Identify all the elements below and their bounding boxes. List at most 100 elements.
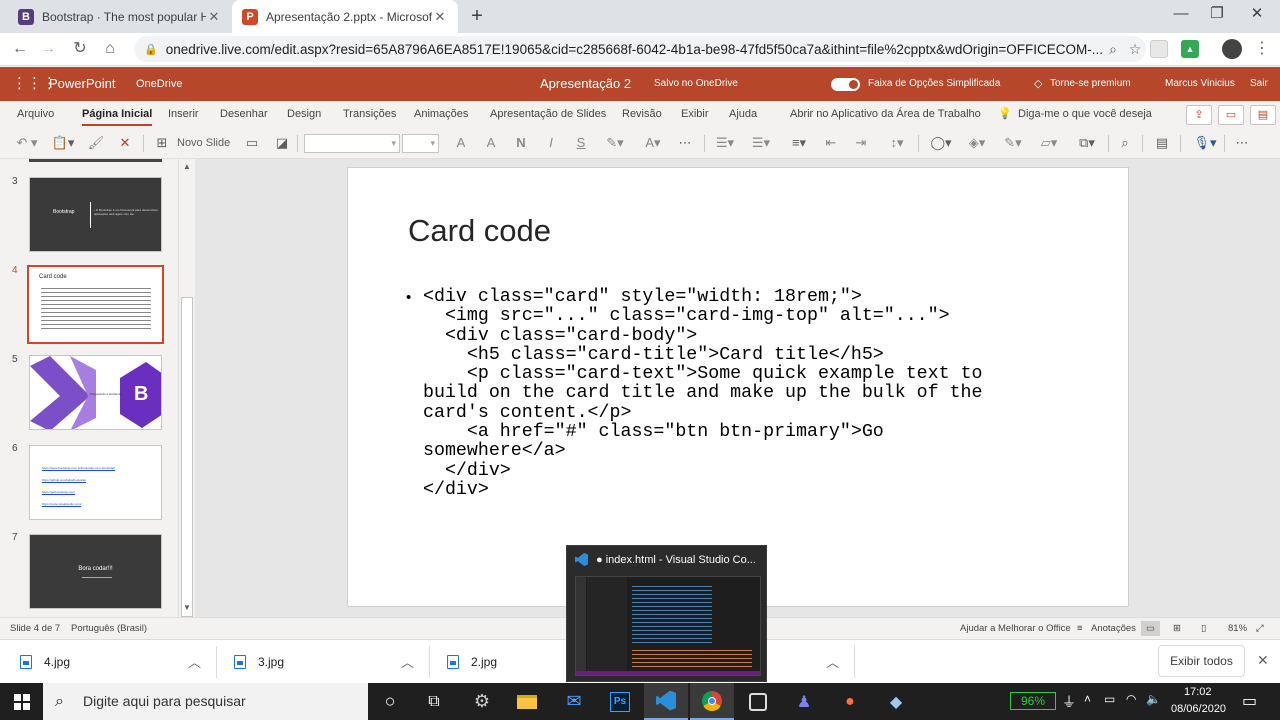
- close-window-button[interactable]: ✕: [1234, 0, 1280, 30]
- app-icon[interactable]: ◆: [874, 683, 918, 720]
- reading-view-icon[interactable]: ▯: [1201, 618, 1206, 639]
- notifications-icon[interactable]: ▭: [1242, 691, 1257, 711]
- slide-thumbnail-4[interactable]: Card code: [27, 265, 164, 344]
- close-tab-icon[interactable]: ✕: [206, 9, 222, 25]
- font-size-select[interactable]: ▾: [402, 134, 439, 153]
- battery-indicator[interactable]: 96%: [1010, 692, 1056, 710]
- tab-powerpoint[interactable]: P Apresentação 2.pptx - Microsoft O ✕: [232, 0, 458, 33]
- home-icon[interactable]: ⌂: [98, 37, 122, 61]
- power-icon[interactable]: ⏚: [1062, 692, 1076, 712]
- vscode-taskbar-icon[interactable]: [644, 683, 688, 720]
- tab-apresentacao[interactable]: Apresentação de Slides: [490, 101, 606, 128]
- underline-icon[interactable]: S: [572, 132, 590, 154]
- show-all-button[interactable]: Exibir todos: [1158, 645, 1245, 677]
- normal-view-icon[interactable]: ▭: [1141, 621, 1160, 636]
- download-item[interactable]: 2.jpg: [447, 640, 497, 684]
- clock-time[interactable]: 17:02: [1184, 686, 1212, 698]
- background-icon[interactable]: ◪: [273, 132, 291, 154]
- tab-bootstrap[interactable]: B Bootstrap · The most popular HTML ✕: [8, 0, 232, 33]
- forward-icon[interactable]: →: [36, 37, 60, 61]
- align-icon[interactable]: ≡▾: [786, 132, 812, 154]
- simplified-ribbon-toggle[interactable]: [831, 78, 860, 91]
- clock-date[interactable]: 08/06/2020: [1171, 703, 1226, 715]
- reload-icon[interactable]: ↻: [68, 37, 92, 61]
- scroll-down-icon[interactable]: ▼: [182, 603, 192, 612]
- sign-out-link[interactable]: Sair: [1250, 67, 1268, 101]
- tab-revisao[interactable]: Revisão: [622, 101, 662, 128]
- app-icon[interactable]: [736, 683, 780, 720]
- tab-desenhar[interactable]: Desenhar: [220, 101, 268, 128]
- location-link[interactable]: OneDrive: [136, 67, 182, 101]
- current-slide[interactable]: Card code • <div class="card" style="wid…: [347, 167, 1129, 607]
- delete-icon[interactable]: ✕: [116, 132, 134, 154]
- tab-design[interactable]: Design: [287, 101, 321, 128]
- monitor-icon[interactable]: ▭: [1104, 692, 1115, 706]
- new-slide-button[interactable]: Novo Slide: [177, 132, 230, 154]
- back-icon[interactable]: ←: [8, 37, 32, 61]
- bullets-icon[interactable]: ☰▾: [712, 132, 738, 154]
- tab-arquivo[interactable]: Arquivo: [17, 101, 54, 128]
- language[interactable]: Português (Brasil): [71, 618, 147, 639]
- task-view-icon[interactable]: ⧉: [412, 683, 456, 720]
- paste-icon[interactable]: 📋▾: [50, 132, 76, 154]
- menu-icon[interactable]: ⋮: [1250, 37, 1274, 61]
- shrink-font-icon[interactable]: A: [482, 132, 500, 154]
- tab-ajuda[interactable]: Ajuda: [729, 101, 757, 128]
- close-tab-icon[interactable]: ✕: [432, 9, 448, 25]
- extension-icon[interactable]: ▲: [1181, 40, 1199, 58]
- arrange-icon[interactable]: ⧉▾: [1074, 132, 1100, 154]
- shape-fill-icon[interactable]: ◈▾: [964, 132, 990, 154]
- bookmark-star-icon[interactable]: ☆: [1124, 41, 1146, 58]
- decrease-indent-icon[interactable]: ⇤: [822, 132, 840, 154]
- cortana-icon[interactable]: ○: [368, 683, 412, 720]
- chevron-up-icon[interactable]: ︿: [188, 652, 201, 671]
- wifi-icon[interactable]: ◠: [1126, 692, 1136, 706]
- notes-icon[interactable]: ≡: [1077, 618, 1083, 639]
- taskbar-search[interactable]: ⌕ Digite aqui para pesquisar: [43, 683, 368, 720]
- font-family-select[interactable]: ▾: [304, 134, 400, 153]
- comments-icon[interactable]: ▭: [1218, 105, 1244, 125]
- download-item[interactable]: 4.jpg: [20, 640, 70, 684]
- document-title[interactable]: Apresentação 2: [540, 67, 631, 101]
- tab-animacoes[interactable]: Animações: [414, 101, 468, 128]
- undo-icon[interactable]: ↶ ▾: [12, 132, 42, 154]
- fit-slide-icon[interactable]: ⤢: [1256, 618, 1264, 639]
- find-icon[interactable]: ⌕: [1116, 132, 1134, 154]
- tell-me-search[interactable]: Diga-me o que você deseja fa: [1018, 101, 1155, 128]
- zoom-icon[interactable]: ⌕: [1102, 41, 1124, 58]
- settings-gear-icon[interactable]: ⚙: [460, 683, 504, 720]
- line-spacing-icon[interactable]: ↕▾: [884, 132, 910, 154]
- scrollbar-thumb[interactable]: [181, 297, 193, 617]
- shapes-icon[interactable]: ◯▾: [928, 132, 954, 154]
- slide-title[interactable]: Card code: [408, 213, 551, 249]
- slide-code-block[interactable]: <div class="card" style="width: 18rem;">…: [423, 287, 1053, 500]
- new-tab-button[interactable]: +: [466, 5, 488, 27]
- more-commands-icon[interactable]: ⋯: [1232, 132, 1252, 154]
- scroll-up-icon[interactable]: ▲: [182, 162, 192, 171]
- italic-icon[interactable]: I: [542, 132, 560, 154]
- file-explorer-icon[interactable]: [505, 683, 549, 720]
- tab-exibir[interactable]: Exibir: [681, 101, 709, 128]
- designer-icon[interactable]: ▤: [1152, 132, 1172, 154]
- feedback-link[interactable]: Ajudar a Melhorar o Office: [960, 618, 1071, 639]
- highlight-icon[interactable]: ✎▾: [602, 132, 628, 154]
- teams-icon[interactable]: ♟: [782, 683, 826, 720]
- numbering-icon[interactable]: ☰▾: [748, 132, 774, 154]
- user-name[interactable]: Marcus Vinicius: [1165, 67, 1235, 101]
- present-icon[interactable]: ▤: [1250, 105, 1276, 125]
- dictate-icon[interactable]: 🎙▾: [1190, 132, 1220, 154]
- volume-icon[interactable]: 🔈: [1146, 692, 1161, 706]
- slide-sorter-icon[interactable]: ⊞: [1173, 618, 1181, 639]
- close-icon[interactable]: ✕: [1257, 652, 1269, 669]
- open-desktop-app-link[interactable]: Abrir no Aplicativo da Área de Trabalho: [790, 101, 981, 128]
- premium-link[interactable]: Torne-se premium: [1050, 67, 1131, 101]
- slide-thumbnail-7[interactable]: Bora codar!!!: [29, 534, 162, 609]
- font-color-icon[interactable]: A▾: [640, 132, 666, 154]
- share-icon[interactable]: ⇪: [1186, 105, 1212, 125]
- windows-start-icon[interactable]: [0, 683, 44, 720]
- chrome-icon[interactable]: [690, 683, 734, 720]
- bold-icon[interactable]: N: [512, 132, 530, 154]
- increase-indent-icon[interactable]: ⇥: [852, 132, 870, 154]
- chevron-up-icon[interactable]: ︿: [826, 652, 839, 671]
- layout-icon[interactable]: ▭: [243, 132, 261, 154]
